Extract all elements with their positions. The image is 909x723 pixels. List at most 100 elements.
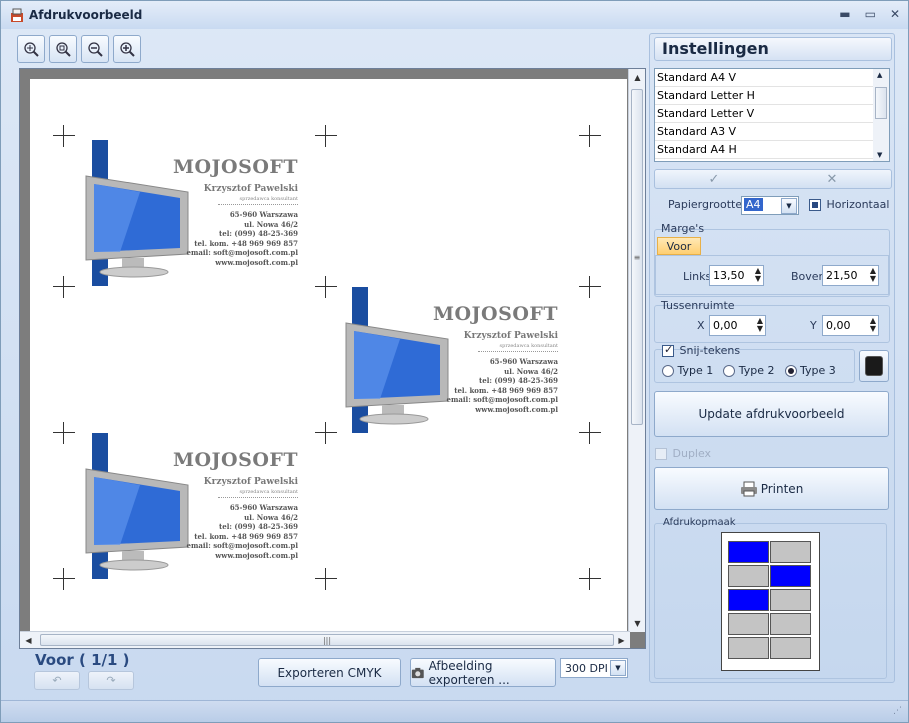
undo-arrow-icon: ↶ [52,674,62,687]
zoom-page-button[interactable] [49,35,77,63]
minimize-button[interactable]: ▬ [839,7,850,21]
cutmarks-label: Snij-tekens [679,344,741,357]
card-person-name: Krzysztof Pawelski [463,331,558,341]
export-cmyk-button[interactable]: Exporteren CMYK [258,658,401,687]
business-card: MOJOSOFT Krzysztof Pawelski sprzedawca k… [80,433,310,583]
list-item[interactable]: Standard A3 V [655,123,873,141]
settings-title: Instellingen [654,37,892,61]
left-margin-stepper[interactable]: 13,50 ▲ ▼ [709,265,764,286]
paper-size-select[interactable]: A4 ▼ [741,196,799,215]
list-item[interactable]: Standard A4 H [655,141,873,159]
spacing-x-stepper[interactable]: 0,00 ▲ ▼ [709,315,766,336]
layout-cell[interactable] [728,637,769,659]
zoom-out-button[interactable] [81,35,109,63]
chevron-down-icon[interactable]: ▼ [781,198,797,214]
spacing-y-stepper[interactable]: 0,00 ▲ ▼ [822,315,879,336]
vertical-scroll-thumb[interactable]: ≡ [631,89,643,425]
cutmarks-checkbox[interactable]: ✓ [662,343,674,357]
export-image-button[interactable]: Afbeelding exporteren ... [410,658,556,687]
layout-preview[interactable] [721,532,820,671]
preset-list[interactable]: Standard A4 V Standard Letter H Standard… [654,68,890,162]
card-address-line: www.mojosoft.com.pl [475,404,558,414]
layout-cell[interactable] [728,541,769,563]
color-swatch-icon [865,356,883,376]
layout-cell[interactable] [770,565,811,587]
scroll-up-icon[interactable]: ▲ [629,69,646,86]
layout-cell[interactable] [770,589,811,611]
cutmarks-option[interactable]: ✓ Snij-tekens [662,343,741,357]
preset-action-bar: ✓ ✕ [654,169,892,189]
spacing-y-value: 0,00 [826,319,851,332]
app-icon [11,8,23,22]
top-margin-stepper[interactable]: 21,50 ▲ ▼ [822,265,879,286]
layout-cell[interactable] [728,565,769,587]
zoom-out-icon [88,42,103,57]
card-address-line: email: soft@mojosoft.com.pl [446,395,559,404]
list-item[interactable]: Standard A4 V [655,69,873,87]
left-margin-value: 13,50 [713,269,745,282]
preset-list-scrollbar[interactable]: ▲ ▼ [873,69,889,161]
vertical-scrollbar[interactable]: ▲ ≡ ▼ [628,69,645,632]
dpi-select[interactable]: 300 DPI ▼ [560,658,628,678]
paper-size-value: A4 [744,198,763,211]
next-page-button[interactable]: ↷ [88,671,134,690]
maximize-button[interactable]: ▭ [865,7,876,21]
scroll-left-icon[interactable]: ◀ [20,632,37,649]
print-button[interactable]: Printen [654,467,889,510]
type2-option[interactable]: Type 2 [723,364,775,377]
zoom-fit-button[interactable] [17,35,45,63]
layout-cell[interactable] [770,637,811,659]
preset-scroll-thumb[interactable] [875,87,887,119]
layout-cell[interactable] [728,589,769,611]
scroll-down-icon[interactable]: ▼ [877,151,882,159]
zoom-in-button[interactable] [113,35,141,63]
layout-cell[interactable] [770,541,811,563]
close-button[interactable]: ✕ [890,7,900,21]
stepper-arrows-icon[interactable]: ▲ ▼ [870,317,876,333]
card-address-line: tel. kom. +48 969 969 857 [194,238,298,248]
duplex-checkbox[interactable] [655,448,667,460]
zoom-in-icon [120,42,135,57]
scroll-down-icon[interactable]: ▼ [629,615,646,632]
list-item[interactable]: Standard Letter V [655,105,873,123]
type3-option[interactable]: Type 3 [784,364,836,377]
card-address: 65-960 Warszawa ul. Nowa 46/2 tel: (099)… [172,210,299,267]
card-address-line: ul. Nowa 46/2 [244,512,298,522]
spacing-x-label: X [697,319,705,332]
cutmark-color-button[interactable] [859,350,889,382]
layout-cell[interactable] [770,613,811,635]
type1-radio[interactable] [662,365,674,377]
scroll-up-icon[interactable]: ▲ [877,71,882,79]
list-item[interactable]: Standard Letter H [655,87,873,105]
stepper-arrows-icon[interactable]: ▲ ▼ [755,267,761,283]
scroll-right-icon[interactable]: ▶ [613,632,630,649]
horizontal-checkbox[interactable] [809,199,821,211]
close-icon[interactable]: ✕ [827,172,838,187]
horizontal-option[interactable]: Horizontaal [809,198,889,211]
check-icon[interactable]: ✓ [709,172,720,187]
duplex-option[interactable]: Duplex [655,447,711,460]
chevron-down-icon[interactable]: ▼ [610,660,626,676]
layout-cell[interactable] [728,613,769,635]
update-preview-button[interactable]: Update afdrukvoorbeeld [654,391,889,437]
previous-page-button[interactable]: ↶ [34,671,80,690]
resize-grip-icon[interactable]: ⋰ [893,706,902,716]
stepper-arrows-icon[interactable]: ▲ ▼ [870,267,876,283]
horizontal-label: Horizontaal [826,198,890,211]
card-address-line: tel. kom. +48 969 969 857 [194,531,298,541]
horizontal-scrollbar[interactable]: ◀ ||| ▶ [20,631,630,648]
type2-radio[interactable] [723,365,736,377]
horizontal-scroll-thumb[interactable]: ||| [40,634,614,646]
tab-voor[interactable]: Voor [657,237,701,255]
window-title: Afdrukvoorbeeld [29,8,143,22]
stepper-arrows-icon[interactable]: ▲ ▼ [757,317,763,333]
printer-icon [740,481,757,496]
preview-viewport[interactable]: MOJOSOFT Krzysztof Pawelski sprzedawca k… [19,68,646,649]
zoom-fit-icon [24,42,39,57]
spacing-y-label: Y [810,319,817,332]
crop-mark [315,276,337,298]
card-brand: MOJOSOFT [432,303,558,325]
type1-option[interactable]: Type 1 [662,364,713,377]
card-person-name: Krzysztof Pawelski [203,477,298,487]
type3-radio[interactable] [784,365,797,377]
